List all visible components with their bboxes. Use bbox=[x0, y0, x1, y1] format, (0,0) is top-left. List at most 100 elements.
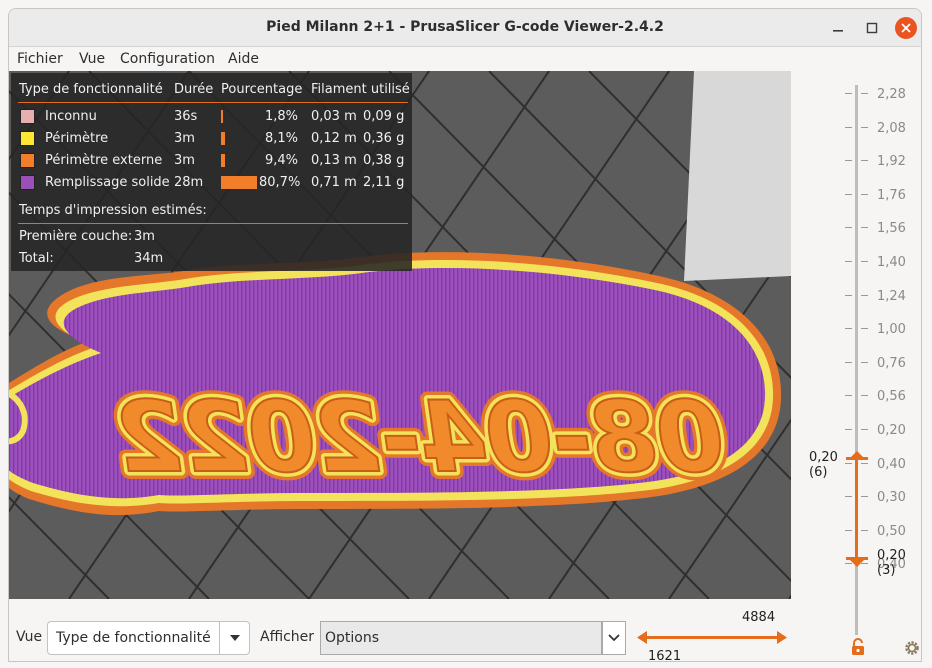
maximize-button[interactable] bbox=[861, 17, 883, 39]
options-combo[interactable]: Options bbox=[320, 621, 602, 655]
bottom-toolbar: Vue Type de fonctionnalité Afficher Opti… bbox=[9, 599, 791, 662]
tick-mark bbox=[861, 227, 868, 229]
tick-label: 2,28 bbox=[877, 87, 906, 102]
move-slider-min: 1621 bbox=[648, 649, 682, 662]
legend-row-duration: 3m bbox=[174, 131, 195, 146]
tick-mark bbox=[861, 126, 868, 128]
3d-viewport[interactable]: 08-04-2022 08-04-2022 08-04-2022 Type de… bbox=[9, 71, 791, 599]
layer-tick: 0,50 bbox=[791, 523, 921, 539]
first-layer-label: Première couche: bbox=[19, 229, 133, 244]
upper-thumb-height: 0,20 bbox=[809, 450, 838, 465]
legend-row-duration: 36s bbox=[174, 109, 198, 124]
view-type-dropdown[interactable] bbox=[219, 622, 249, 654]
layer-tick: 0,76 bbox=[791, 356, 921, 371]
view-type-select[interactable]: Type de fonctionnalité bbox=[47, 621, 250, 655]
lock-icon[interactable] bbox=[850, 638, 866, 656]
chevron-down-icon bbox=[608, 634, 620, 642]
legend-row-name: Périmètre externe bbox=[45, 153, 163, 168]
menu-fichier[interactable]: Fichier bbox=[17, 51, 63, 67]
svg-text:08-04-2022: 08-04-2022 bbox=[110, 381, 733, 494]
legend-row-percent: 8,1% bbox=[265, 131, 299, 146]
tick-mark bbox=[845, 462, 852, 464]
lower-thumb-layer: (3) bbox=[877, 563, 896, 578]
legend-row-bar bbox=[221, 110, 223, 123]
legend-row[interactable]: Remplissage solide 28m 80,7% 0,71 m 2,11… bbox=[11, 171, 412, 193]
window-title: Pied Milann 2+1 - PrusaSlicer G-code Vie… bbox=[266, 19, 664, 35]
tick-mark bbox=[845, 361, 852, 363]
tick-mark bbox=[845, 93, 852, 94]
tick-mark bbox=[845, 160, 852, 162]
legend-row-weight: 0,09 g bbox=[363, 109, 405, 124]
legend-swatch bbox=[20, 109, 35, 124]
embossed-date-text: 08-04-2022 08-04-2022 08-04-2022 bbox=[102, 373, 741, 502]
layer-tick: 0,56 bbox=[791, 389, 921, 404]
tick-mark bbox=[861, 361, 868, 363]
legend-header-type: Type de fonctionnalité bbox=[19, 82, 163, 97]
gear-icon[interactable] bbox=[903, 639, 921, 657]
tick-mark bbox=[861, 294, 868, 296]
legend-header-percent: Pourcentage bbox=[221, 82, 303, 97]
show-label: Afficher bbox=[260, 629, 315, 645]
layer-tick: 1,76 bbox=[791, 188, 921, 203]
legend-row-bar bbox=[221, 176, 257, 189]
tick-mark bbox=[845, 193, 852, 195]
tick-mark bbox=[845, 261, 852, 262]
legend-row-name: Remplissage solide bbox=[45, 175, 170, 190]
tick-mark bbox=[861, 160, 868, 162]
tick-mark bbox=[845, 429, 852, 430]
layer-tick: 1,92 bbox=[791, 154, 921, 169]
move-slider-max: 4884 bbox=[742, 610, 776, 625]
layer-slider[interactable]: 2,28 2,08 1,92 1,76 1,56 1,40 1,24 1,00 0,76 0,56… bbox=[791, 71, 921, 661]
upper-thumb-label: 0,20 (6) bbox=[809, 450, 838, 480]
app-window: Pied Milann 2+1 - PrusaSlicer G-code Vie… bbox=[8, 8, 922, 662]
legend-row[interactable]: Inconnu 36s 1,8% 0,03 m 0,09 g bbox=[11, 105, 412, 127]
tick-mark bbox=[845, 126, 852, 128]
maximize-icon bbox=[866, 22, 878, 34]
options-dropdown-button[interactable] bbox=[602, 621, 626, 655]
legend-swatch bbox=[20, 175, 35, 190]
tick-mark bbox=[845, 328, 852, 330]
tick-label: 0,30 bbox=[877, 490, 906, 506]
close-icon bbox=[901, 23, 911, 33]
layer-tick: 2,28 bbox=[791, 87, 921, 102]
move-slider[interactable] bbox=[637, 629, 787, 645]
legend-header-filament: Filament utilisé bbox=[311, 82, 410, 97]
tick-mark bbox=[861, 462, 868, 464]
lower-thumb-label: 0,20 (3) bbox=[877, 548, 906, 578]
legend-swatch bbox=[20, 153, 35, 168]
tick-label: 1,00 bbox=[877, 322, 906, 338]
legend-row[interactable]: Périmètre 3m 8,1% 0,12 m 0,36 g bbox=[11, 127, 412, 149]
layer-tick: 0,20 bbox=[791, 423, 921, 438]
tick-mark bbox=[861, 93, 868, 94]
legend-row[interactable]: Périmètre externe 3m 9,4% 0,13 m 0,38 g bbox=[11, 149, 412, 171]
tick-mark bbox=[845, 529, 852, 531]
tick-mark bbox=[861, 395, 868, 397]
layer-tick: 1,40 bbox=[791, 255, 921, 270]
total-label: Total: bbox=[19, 251, 54, 266]
tick-mark bbox=[845, 294, 852, 296]
menu-aide[interactable]: Aide bbox=[228, 51, 259, 67]
lower-thumb-icon[interactable] bbox=[846, 557, 868, 571]
menu-configuration[interactable]: Configuration bbox=[120, 51, 215, 67]
tick-mark bbox=[861, 529, 868, 531]
wipe-tower-shape bbox=[684, 71, 791, 281]
legend-row-length: 0,03 m bbox=[311, 109, 357, 124]
tick-mark bbox=[861, 193, 868, 195]
upper-thumb-layer: (6) bbox=[809, 465, 828, 480]
menu-vue[interactable]: Vue bbox=[79, 51, 105, 67]
tick-label: 0,50 bbox=[877, 523, 906, 539]
layer-tick: 1,24 bbox=[791, 288, 921, 304]
view-label: Vue bbox=[16, 629, 43, 645]
legend-row-weight: 2,11 g bbox=[363, 175, 405, 190]
tick-label: 0,20 bbox=[877, 423, 906, 438]
tick-mark bbox=[861, 328, 868, 330]
upper-thumb-icon[interactable] bbox=[846, 447, 868, 461]
legend-row-bar bbox=[221, 154, 226, 167]
legend-row-length: 0,71 m bbox=[311, 175, 357, 190]
legend-divider bbox=[18, 102, 408, 103]
minimize-button[interactable] bbox=[827, 17, 849, 39]
legend-row-duration: 28m bbox=[174, 175, 204, 190]
tick-label: 1,40 bbox=[877, 255, 906, 270]
tick-label: 1,24 bbox=[877, 288, 906, 304]
close-button[interactable] bbox=[895, 17, 917, 39]
